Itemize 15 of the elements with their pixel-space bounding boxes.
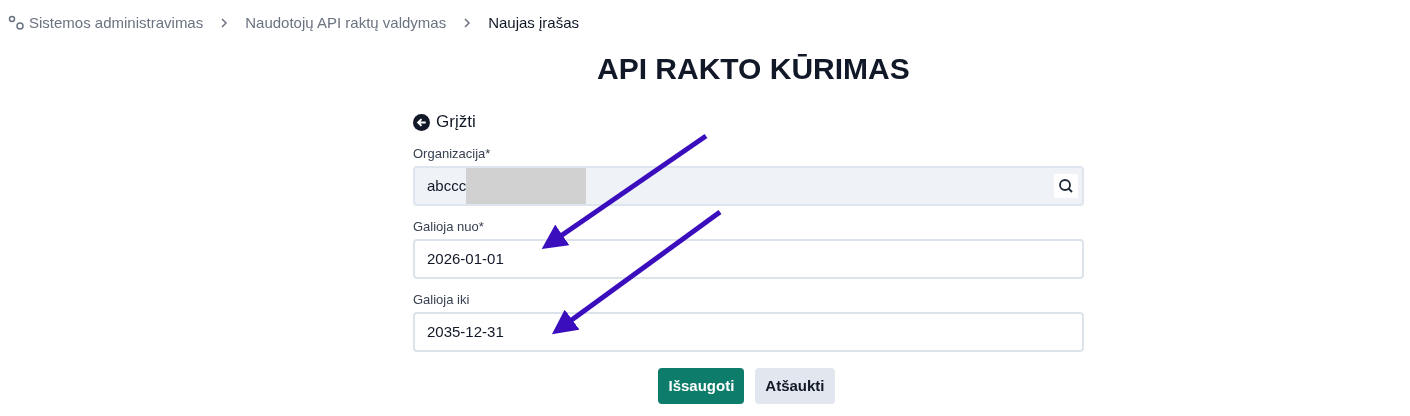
field-label: Galioja iki <box>413 291 471 309</box>
input-field[interactable]: 2035-12-31 <box>413 312 1084 352</box>
field-label: Organizacija* <box>413 145 492 163</box>
chevron-icon <box>462 17 473 29</box>
gears-icon <box>7 14 25 32</box>
save-button[interactable]: Išsaugoti <box>658 368 745 404</box>
cancel-button[interactable]: Atšaukti <box>755 368 835 404</box>
breadcrumb-current: Naujas įrašas <box>488 12 580 33</box>
back-link[interactable]: Grįžti <box>413 111 476 133</box>
field-label: Galioja nuo* <box>413 218 485 236</box>
breadcrumb-link[interactable]: Naudotojų API raktų valdymas <box>245 11 447 35</box>
chevron-icon <box>219 17 230 29</box>
page-title: API RAKTO KŪRIMAS <box>597 51 910 87</box>
input-field[interactable]: 2026-01-01 <box>413 239 1084 279</box>
breadcrumb-link[interactable]: Sistemos administravimas <box>29 11 204 35</box>
